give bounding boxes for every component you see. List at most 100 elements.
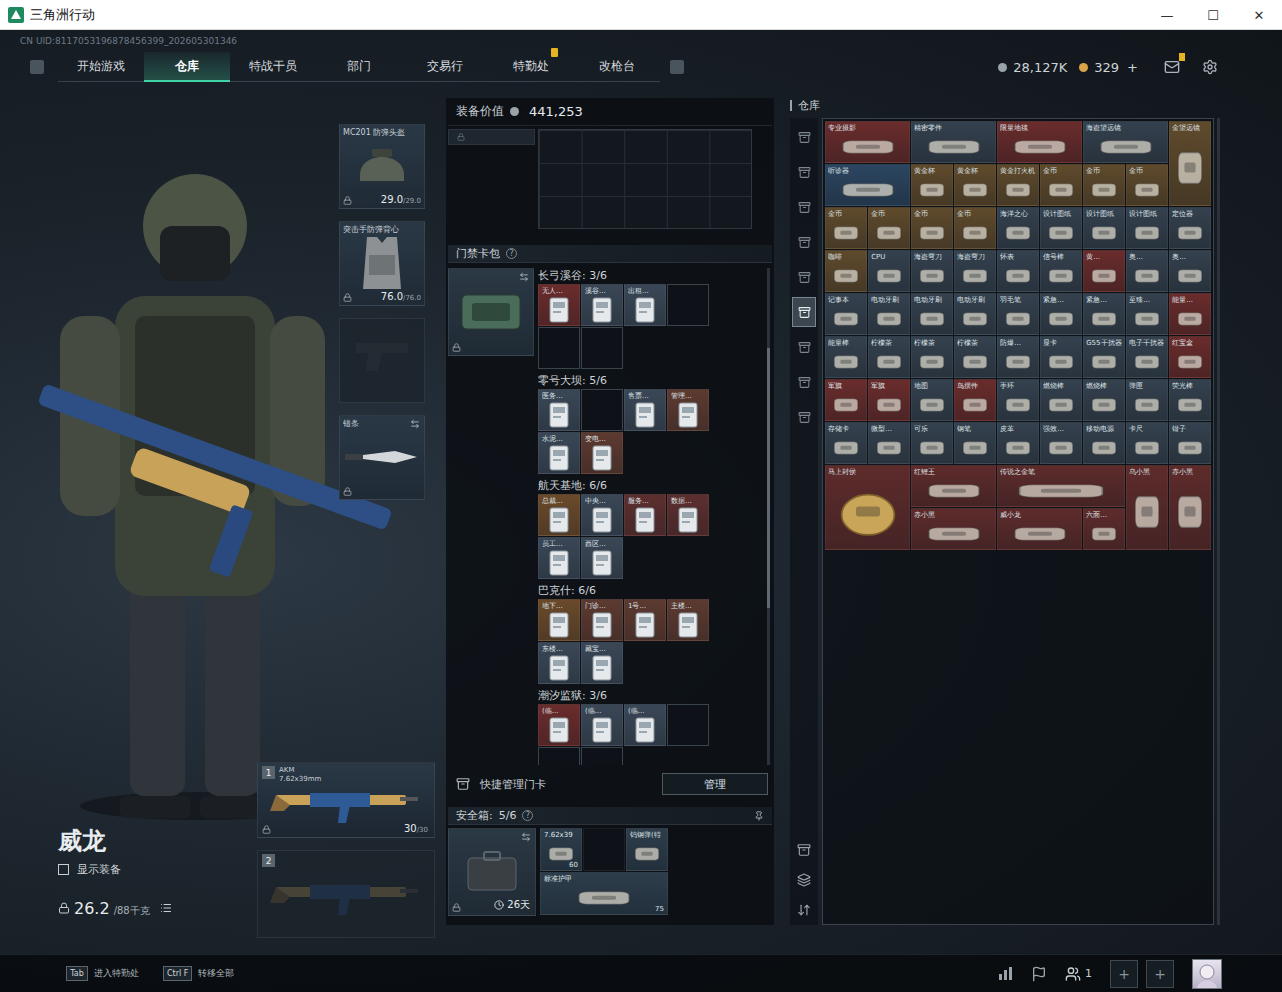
show-gear-toggle[interactable]: 显示装备 (58, 862, 257, 877)
keycard-slot[interactable] (581, 389, 623, 431)
keycard-slot[interactable]: 西区... (581, 537, 623, 579)
warehouse-item[interactable]: 荧光棒 (1169, 379, 1211, 421)
gear-slot[interactable]: 错条 (339, 415, 425, 500)
warehouse-item[interactable]: 电子干扰器 (1126, 336, 1168, 378)
warehouse-item[interactable]: 柠檬茶 (954, 336, 996, 378)
nav-tab[interactable]: 开始游戏 (58, 52, 144, 82)
warehouse-item[interactable]: 设计图纸 (1126, 207, 1168, 249)
keycard-slot[interactable]: (临... (581, 704, 623, 746)
warehouse-item[interactable]: 赤小黑 (1169, 465, 1211, 550)
keycard-slot[interactable]: 藏宝... (581, 642, 623, 684)
warehouse-item[interactable]: 黄金杯 (954, 164, 996, 206)
gear-slot[interactable]: MC201 防弹头盔29.0/29.0 (339, 124, 425, 209)
warehouse-item[interactable]: 海盗弯刀 (911, 250, 953, 292)
party-count[interactable]: 1 (1065, 966, 1092, 982)
warehouse-item[interactable]: 海盗望远镜 (1083, 121, 1168, 163)
window-control-button[interactable]: ☐ (1190, 0, 1236, 30)
keycard-slot[interactable]: 出租... (624, 284, 666, 326)
warehouse-item[interactable]: 电动牙刷 (911, 293, 953, 335)
warehouse-item[interactable]: 六面... (1083, 508, 1125, 550)
nav-tab[interactable]: 特勤处 (488, 52, 574, 82)
warehouse-tab[interactable] (792, 367, 816, 397)
keycard-slot[interactable] (581, 327, 623, 369)
party-slot[interactable]: + (1110, 960, 1138, 988)
warehouse-item[interactable]: 奥... (1169, 250, 1211, 292)
gear-icon[interactable] (1202, 59, 1218, 75)
party-slot[interactable]: + (1146, 960, 1174, 988)
next-tab-key-icon[interactable] (670, 60, 684, 74)
warehouse-item[interactable]: 金币 (868, 207, 910, 249)
safe-item[interactable]: 7.62x3960 (540, 828, 582, 871)
warehouse-item[interactable]: 军旗 (825, 379, 867, 421)
warehouse-item[interactable]: 金币 (825, 207, 867, 249)
warehouse-item[interactable]: 奥... (1126, 250, 1168, 292)
keycard-wallet[interactable] (448, 268, 534, 356)
key-hint[interactable]: Tab进入特勤处 (66, 966, 139, 981)
warehouse-item[interactable]: 钳子 (1169, 422, 1211, 464)
warehouse-item[interactable]: 金望远镜 (1169, 121, 1211, 206)
nav-tab[interactable]: 改枪台 (574, 52, 660, 82)
warehouse-item[interactable]: 钢笔 (954, 422, 996, 464)
keycard-slot[interactable]: 中央... (581, 494, 623, 536)
warehouse-item[interactable]: 精密零件 (911, 121, 996, 163)
warehouse-item[interactable]: 紧急... (1040, 293, 1082, 335)
warehouse-item[interactable]: 黄金打火机 (997, 164, 1039, 206)
warehouse-item[interactable]: 设计图纸 (1083, 207, 1125, 249)
warehouse-item[interactable]: 柠檬茶 (911, 336, 953, 378)
warehouse-item[interactable]: 传说之金笔 (997, 465, 1125, 507)
gear-slot[interactable]: 突击手防弹背心76.0/76.0 (339, 221, 425, 306)
window-control-button[interactable]: ✕ (1236, 0, 1282, 30)
safe-item[interactable]: 钨钢弹(特 (626, 828, 668, 871)
warehouse-item[interactable]: 红鲤王 (911, 465, 996, 507)
list-icon[interactable] (160, 902, 172, 914)
safe-item[interactable]: 标准护甲75 (540, 872, 668, 915)
keycard-slot[interactable]: 管理... (667, 389, 709, 431)
backpack-grid[interactable] (538, 129, 752, 229)
warehouse-item[interactable]: 定位器 (1169, 207, 1211, 249)
backpack-slot[interactable] (448, 129, 535, 145)
warehouse-item[interactable]: 鸟摆件 (954, 379, 996, 421)
warehouse-item[interactable]: 威小龙 (997, 508, 1082, 550)
pin-button[interactable] (754, 811, 764, 821)
warehouse-item[interactable]: 微型... (868, 422, 910, 464)
layers-icon[interactable] (797, 873, 811, 887)
warehouse-tab[interactable] (792, 297, 816, 327)
nav-tab[interactable]: 交易行 (402, 52, 488, 82)
warehouse-tab[interactable] (792, 227, 816, 257)
keycard-slot[interactable]: 门诊... (581, 599, 623, 641)
warehouse-item[interactable]: 金币 (1040, 164, 1082, 206)
keycard-slot[interactable]: 主楼... (667, 599, 709, 641)
help-mark[interactable]: ? (522, 810, 533, 821)
flag-icon[interactable] (1031, 966, 1047, 982)
keycard-slot[interactable]: 水泥... (538, 432, 580, 474)
warehouse-item[interactable]: 电动牙刷 (868, 293, 910, 335)
warehouse-item[interactable]: 海洋之心 (997, 207, 1039, 249)
warehouse-item[interactable]: 紧急... (1083, 293, 1125, 335)
vault-icon[interactable] (797, 843, 811, 857)
scrollbar[interactable] (1217, 118, 1220, 925)
warehouse-tab[interactable] (792, 157, 816, 187)
warehouse-item[interactable]: 限量地毯 (997, 121, 1082, 163)
keycard-slot[interactable] (538, 327, 580, 369)
warehouse-item[interactable]: 能量棒 (825, 336, 867, 378)
window-control-button[interactable]: — (1144, 0, 1190, 30)
keycard-slot[interactable]: 东楼... (538, 642, 580, 684)
keycard-slot[interactable]: 无人... (538, 284, 580, 326)
keycard-slot[interactable]: 总裁... (538, 494, 580, 536)
keycard-slot[interactable]: (临... (624, 704, 666, 746)
warehouse-item[interactable]: 金币 (954, 207, 996, 249)
key-hint[interactable]: Ctrl F转移全部 (163, 966, 234, 981)
warehouse-item[interactable]: 燃烧棒 (1083, 379, 1125, 421)
keycard-slot[interactable]: 1号... (624, 599, 666, 641)
warehouse-item[interactable]: 信号棒 (1040, 250, 1082, 292)
warehouse-item[interactable]: G55干扰器 (1083, 336, 1125, 378)
warehouse-item[interactable]: 防爆... (997, 336, 1039, 378)
swap-button[interactable] (410, 419, 420, 429)
warehouse-item[interactable]: 强效... (1040, 422, 1082, 464)
warehouse-item[interactable]: 羽毛笔 (997, 293, 1039, 335)
warehouse-tab[interactable] (792, 192, 816, 222)
swap-button[interactable] (521, 832, 531, 842)
keycard-slot[interactable]: 医务... (538, 389, 580, 431)
points-balance[interactable]: 329+ (1079, 60, 1138, 75)
warehouse-item[interactable]: 设计图纸 (1040, 207, 1082, 249)
